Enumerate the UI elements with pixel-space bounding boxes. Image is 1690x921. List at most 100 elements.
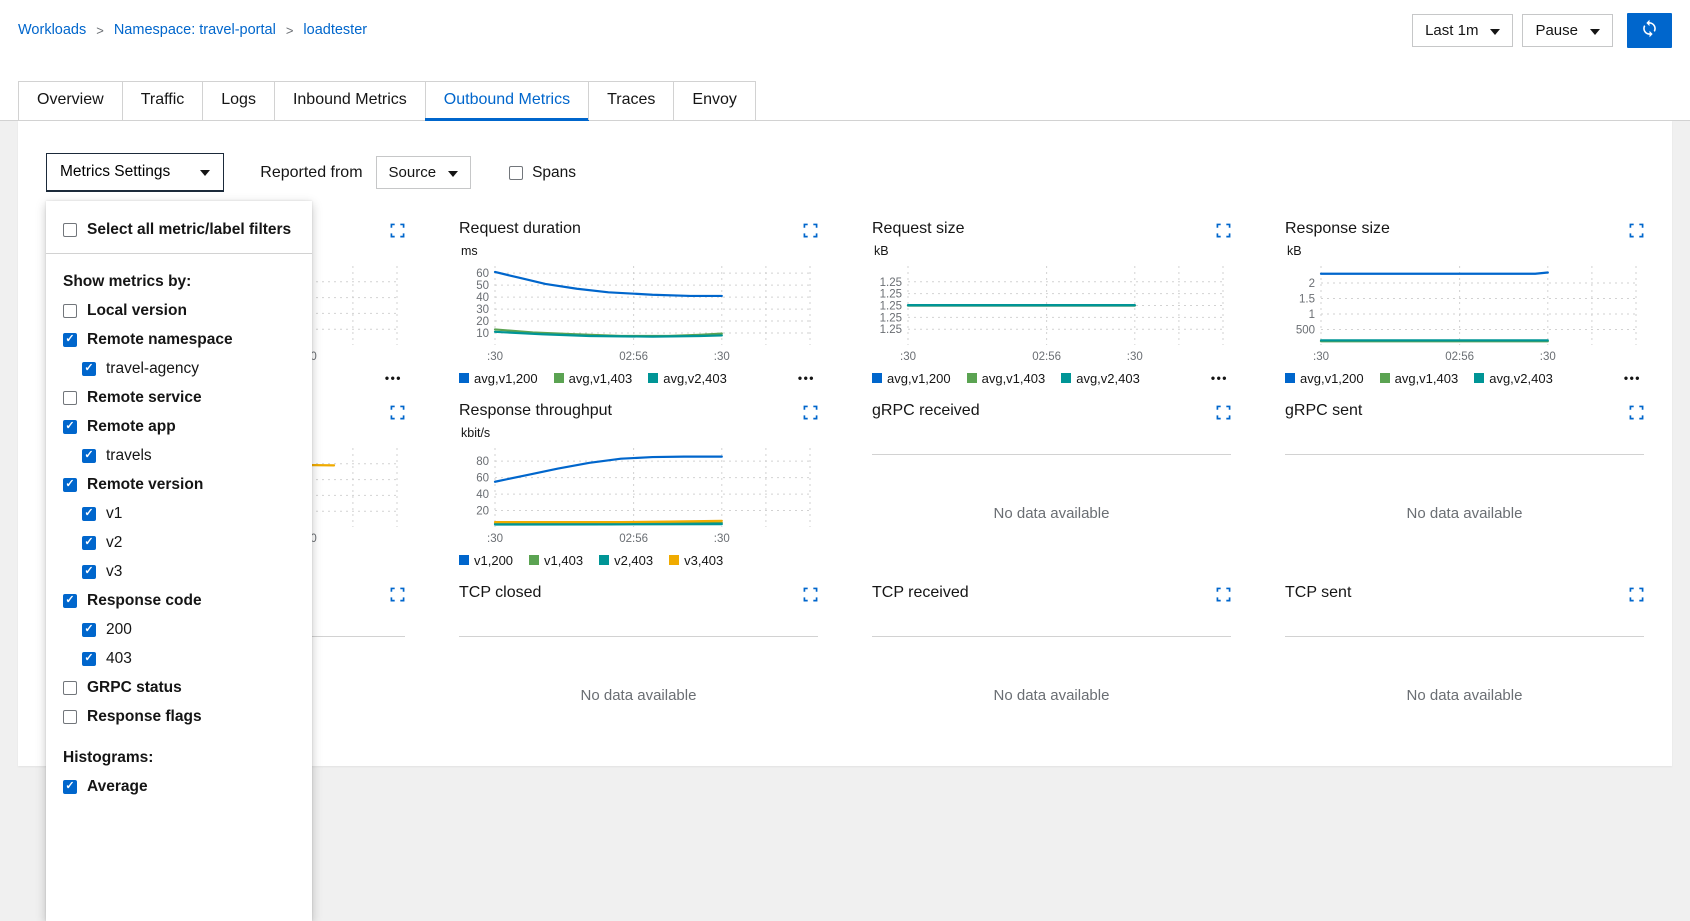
expand-icon[interactable] — [1629, 402, 1644, 420]
duration-dropdown[interactable]: Last 1m — [1412, 14, 1513, 47]
reported-from-label: Reported from — [260, 164, 362, 182]
expand-icon[interactable] — [1629, 220, 1644, 238]
filter-option-remote-app[interactable]: Remote app — [46, 412, 312, 441]
filter-option-200[interactable]: 200 — [46, 615, 312, 644]
breadcrumb-link-namespace-travel-portal[interactable]: Namespace: travel-portal — [114, 22, 276, 38]
chart-unit-label: kB — [872, 244, 1231, 259]
tab-outbound-metrics[interactable]: Outbound Metrics — [425, 81, 589, 120]
expand-icon[interactable] — [1629, 584, 1644, 602]
expand-icon[interactable] — [1216, 584, 1231, 602]
metrics-settings-dropdown[interactable]: Metrics Settings — [46, 153, 224, 192]
filter-option-v3[interactable]: v3 — [46, 557, 312, 586]
tab-logs[interactable]: Logs — [202, 81, 275, 120]
tab-traces[interactable]: Traces — [588, 81, 674, 120]
filter-option-v2[interactable]: v2 — [46, 528, 312, 557]
filter-option-response-flags[interactable]: Response flags — [46, 702, 312, 731]
expand-icon[interactable] — [1216, 220, 1231, 238]
chart-card-grpc-received: gRPC received No data available — [872, 402, 1231, 572]
legend-item-v2-403: v2,403 — [599, 553, 653, 568]
filter-option-response-code[interactable]: Response code — [46, 586, 312, 615]
breadcrumb-link-workloads[interactable]: Workloads — [18, 22, 86, 38]
expand-icon[interactable] — [390, 220, 405, 238]
svg-text:1: 1 — [1309, 309, 1315, 321]
expand-icon[interactable] — [803, 402, 818, 420]
legend-label: avg,v2,403 — [1489, 371, 1553, 386]
tab-overview[interactable]: Overview — [18, 81, 123, 120]
no-data-label: No data available — [1407, 687, 1523, 704]
chart-card-response-size: Response sizekB21.51500:3002:56:30avg,v1… — [1285, 220, 1644, 390]
filter-option-remote-service[interactable]: Remote service — [46, 383, 312, 412]
filter-option-remote-namespace[interactable]: Remote namespace — [46, 325, 312, 354]
chart-header: TCP closed — [459, 584, 818, 608]
expand-icon[interactable] — [803, 584, 818, 602]
expand-icon[interactable] — [1216, 402, 1231, 420]
svg-text:10: 10 — [476, 328, 489, 340]
expand-icon[interactable] — [803, 220, 818, 238]
svg-text::30: :30 — [487, 533, 503, 545]
chart-header: Request duration — [459, 220, 818, 244]
checkbox — [63, 304, 77, 318]
checkbox — [82, 565, 96, 579]
checkbox — [63, 391, 77, 405]
expand-icon[interactable] — [390, 402, 405, 420]
filter-option-label: travel-agency — [106, 358, 199, 379]
filter-option-label: v3 — [106, 561, 122, 582]
filter-option-label: Remote service — [87, 387, 202, 408]
filter-option-v1[interactable]: v1 — [46, 499, 312, 528]
spans-checkbox[interactable]: Spans — [509, 164, 576, 182]
filter-option-label: 403 — [106, 648, 132, 669]
filter-option-travel-agency[interactable]: travel-agency — [46, 354, 312, 383]
filter-option-average[interactable]: Average — [46, 772, 312, 801]
legend-item-avg-v1-403: avg,v1,403 — [967, 371, 1046, 386]
tab-envoy[interactable]: Envoy — [673, 81, 755, 120]
filter-option-label: Local version — [87, 300, 187, 321]
empty-chart-area: No data available — [1285, 454, 1644, 572]
spans-label: Spans — [532, 164, 576, 182]
chart-header: Response size — [1285, 220, 1644, 244]
kebab-menu-button[interactable]: ••• — [798, 371, 818, 385]
checkbox — [82, 623, 96, 637]
tab-inbound-metrics[interactable]: Inbound Metrics — [274, 81, 426, 120]
legend-swatch — [669, 555, 679, 565]
outbound-metrics-card: Metrics Settings Reported from Source Sp… — [18, 121, 1672, 766]
kebab-menu-button[interactable]: ••• — [1624, 371, 1644, 385]
chart-legend: avg,v1,200avg,v1,403avg,v2,403••• — [872, 366, 1231, 390]
legend-label: v3,403 — [684, 553, 723, 568]
menu-heading-histograms: Histograms: — [46, 731, 312, 772]
breadcrumb-link-loadtester[interactable]: loadtester — [303, 22, 367, 38]
legend-swatch — [1285, 373, 1295, 383]
checkbox — [63, 420, 77, 434]
filter-option-label: GRPC status — [87, 677, 182, 698]
svg-text::30: :30 — [487, 351, 503, 363]
reported-from-dropdown[interactable]: Source — [376, 156, 472, 189]
chart-title: Response throughput — [459, 402, 612, 420]
svg-text:02:56: 02:56 — [1032, 351, 1061, 363]
pause-dropdown[interactable]: Pause — [1522, 14, 1613, 47]
filter-option-grpc-status[interactable]: GRPC status — [46, 673, 312, 702]
breadcrumb-separator: > — [96, 23, 104, 38]
legend-item-avg-v2-403: avg,v2,403 — [1061, 371, 1140, 386]
legend-swatch — [967, 373, 977, 383]
kebab-menu-button[interactable]: ••• — [1211, 371, 1231, 385]
legend-item-v1-200: v1,200 — [459, 553, 513, 568]
kebab-menu-button[interactable]: ••• — [385, 371, 405, 385]
filter-option-403[interactable]: 403 — [46, 644, 312, 673]
checkbox — [63, 710, 77, 724]
filter-option-travels[interactable]: travels — [46, 441, 312, 470]
filter-option-local-version[interactable]: Local version — [46, 296, 312, 325]
svg-text:1.25: 1.25 — [880, 324, 902, 336]
expand-icon[interactable] — [390, 584, 405, 602]
svg-text:1.5: 1.5 — [1299, 294, 1315, 306]
chart-plot: 21.51500:3002:56:30 — [1285, 259, 1644, 366]
tab-traffic[interactable]: Traffic — [122, 81, 204, 120]
chart-header: gRPC received — [872, 402, 1231, 426]
filter-option-select-all-metric-label-filters[interactable]: Select all metric/label filters — [46, 215, 312, 244]
no-data-label: No data available — [994, 505, 1110, 522]
svg-text:40: 40 — [476, 489, 489, 501]
filter-option-remote-version[interactable]: Remote version — [46, 470, 312, 499]
refresh-button[interactable] — [1627, 13, 1672, 48]
legend-label: avg,v1,403 — [1395, 371, 1459, 386]
no-data-label: No data available — [994, 687, 1110, 704]
checkbox — [82, 362, 96, 376]
legend-swatch — [1474, 373, 1484, 383]
